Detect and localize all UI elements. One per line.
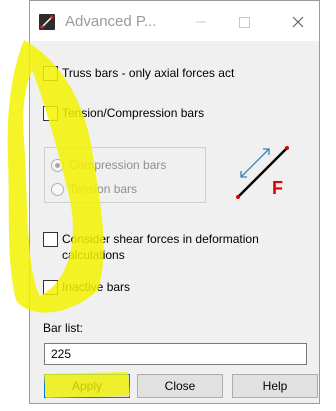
inactive-bars-label: Inactive bars [62, 280, 131, 294]
minimize-icon[interactable] [188, 11, 214, 33]
bar-type-group: Compression bars Tension bars [44, 147, 206, 203]
title-bar[interactable]: Advanced P... [30, 1, 319, 41]
bar-properties-icon [39, 14, 55, 30]
bar-force-diagram: F [236, 146, 289, 199]
force-label: F [272, 178, 283, 198]
tension-bars-option[interactable]: Tension bars [51, 182, 137, 196]
tension-bars-label: Tension bars [69, 182, 138, 196]
compression-bars-option[interactable]: Compression bars [51, 158, 166, 172]
help-button[interactable]: Help [232, 374, 318, 398]
close-button[interactable]: Close [137, 374, 223, 398]
compression-bars-label: Compression bars [69, 158, 167, 172]
truss-bars-label: Truss bars - only axial forces act [62, 66, 235, 80]
bar-list-input[interactable] [44, 343, 307, 365]
inactive-bars-checkbox[interactable] [43, 280, 58, 295]
apply-button[interactable]: Apply [44, 374, 130, 398]
advanced-properties-dialog: Advanced P... Truss bars - only axial fo… [29, 0, 320, 404]
close-icon[interactable] [285, 11, 311, 33]
direction-arrow-icon [240, 148, 270, 178]
truss-bars-checkbox[interactable] [43, 66, 58, 81]
inactive-bars-option[interactable]: Inactive bars [43, 279, 130, 295]
maximize-icon[interactable] [231, 11, 257, 33]
compression-bars-radio[interactable] [51, 158, 64, 172]
tension-compression-label: Tension/Compression bars [62, 106, 205, 120]
shear-forces-label: Consider shear forces in deformation cal… [62, 232, 259, 262]
truss-bars-option[interactable]: Truss bars - only axial forces act [43, 65, 234, 81]
tension-compression-checkbox[interactable] [43, 106, 58, 121]
bar-list-label: Bar list: [43, 321, 84, 335]
tension-compression-option[interactable]: Tension/Compression bars [43, 105, 204, 121]
tension-bars-radio[interactable] [51, 182, 64, 196]
shear-forces-option[interactable]: Consider shear forces in deformation cal… [43, 231, 292, 263]
shear-forces-checkbox[interactable] [43, 232, 58, 247]
window-title: Advanced P... [65, 13, 157, 30]
